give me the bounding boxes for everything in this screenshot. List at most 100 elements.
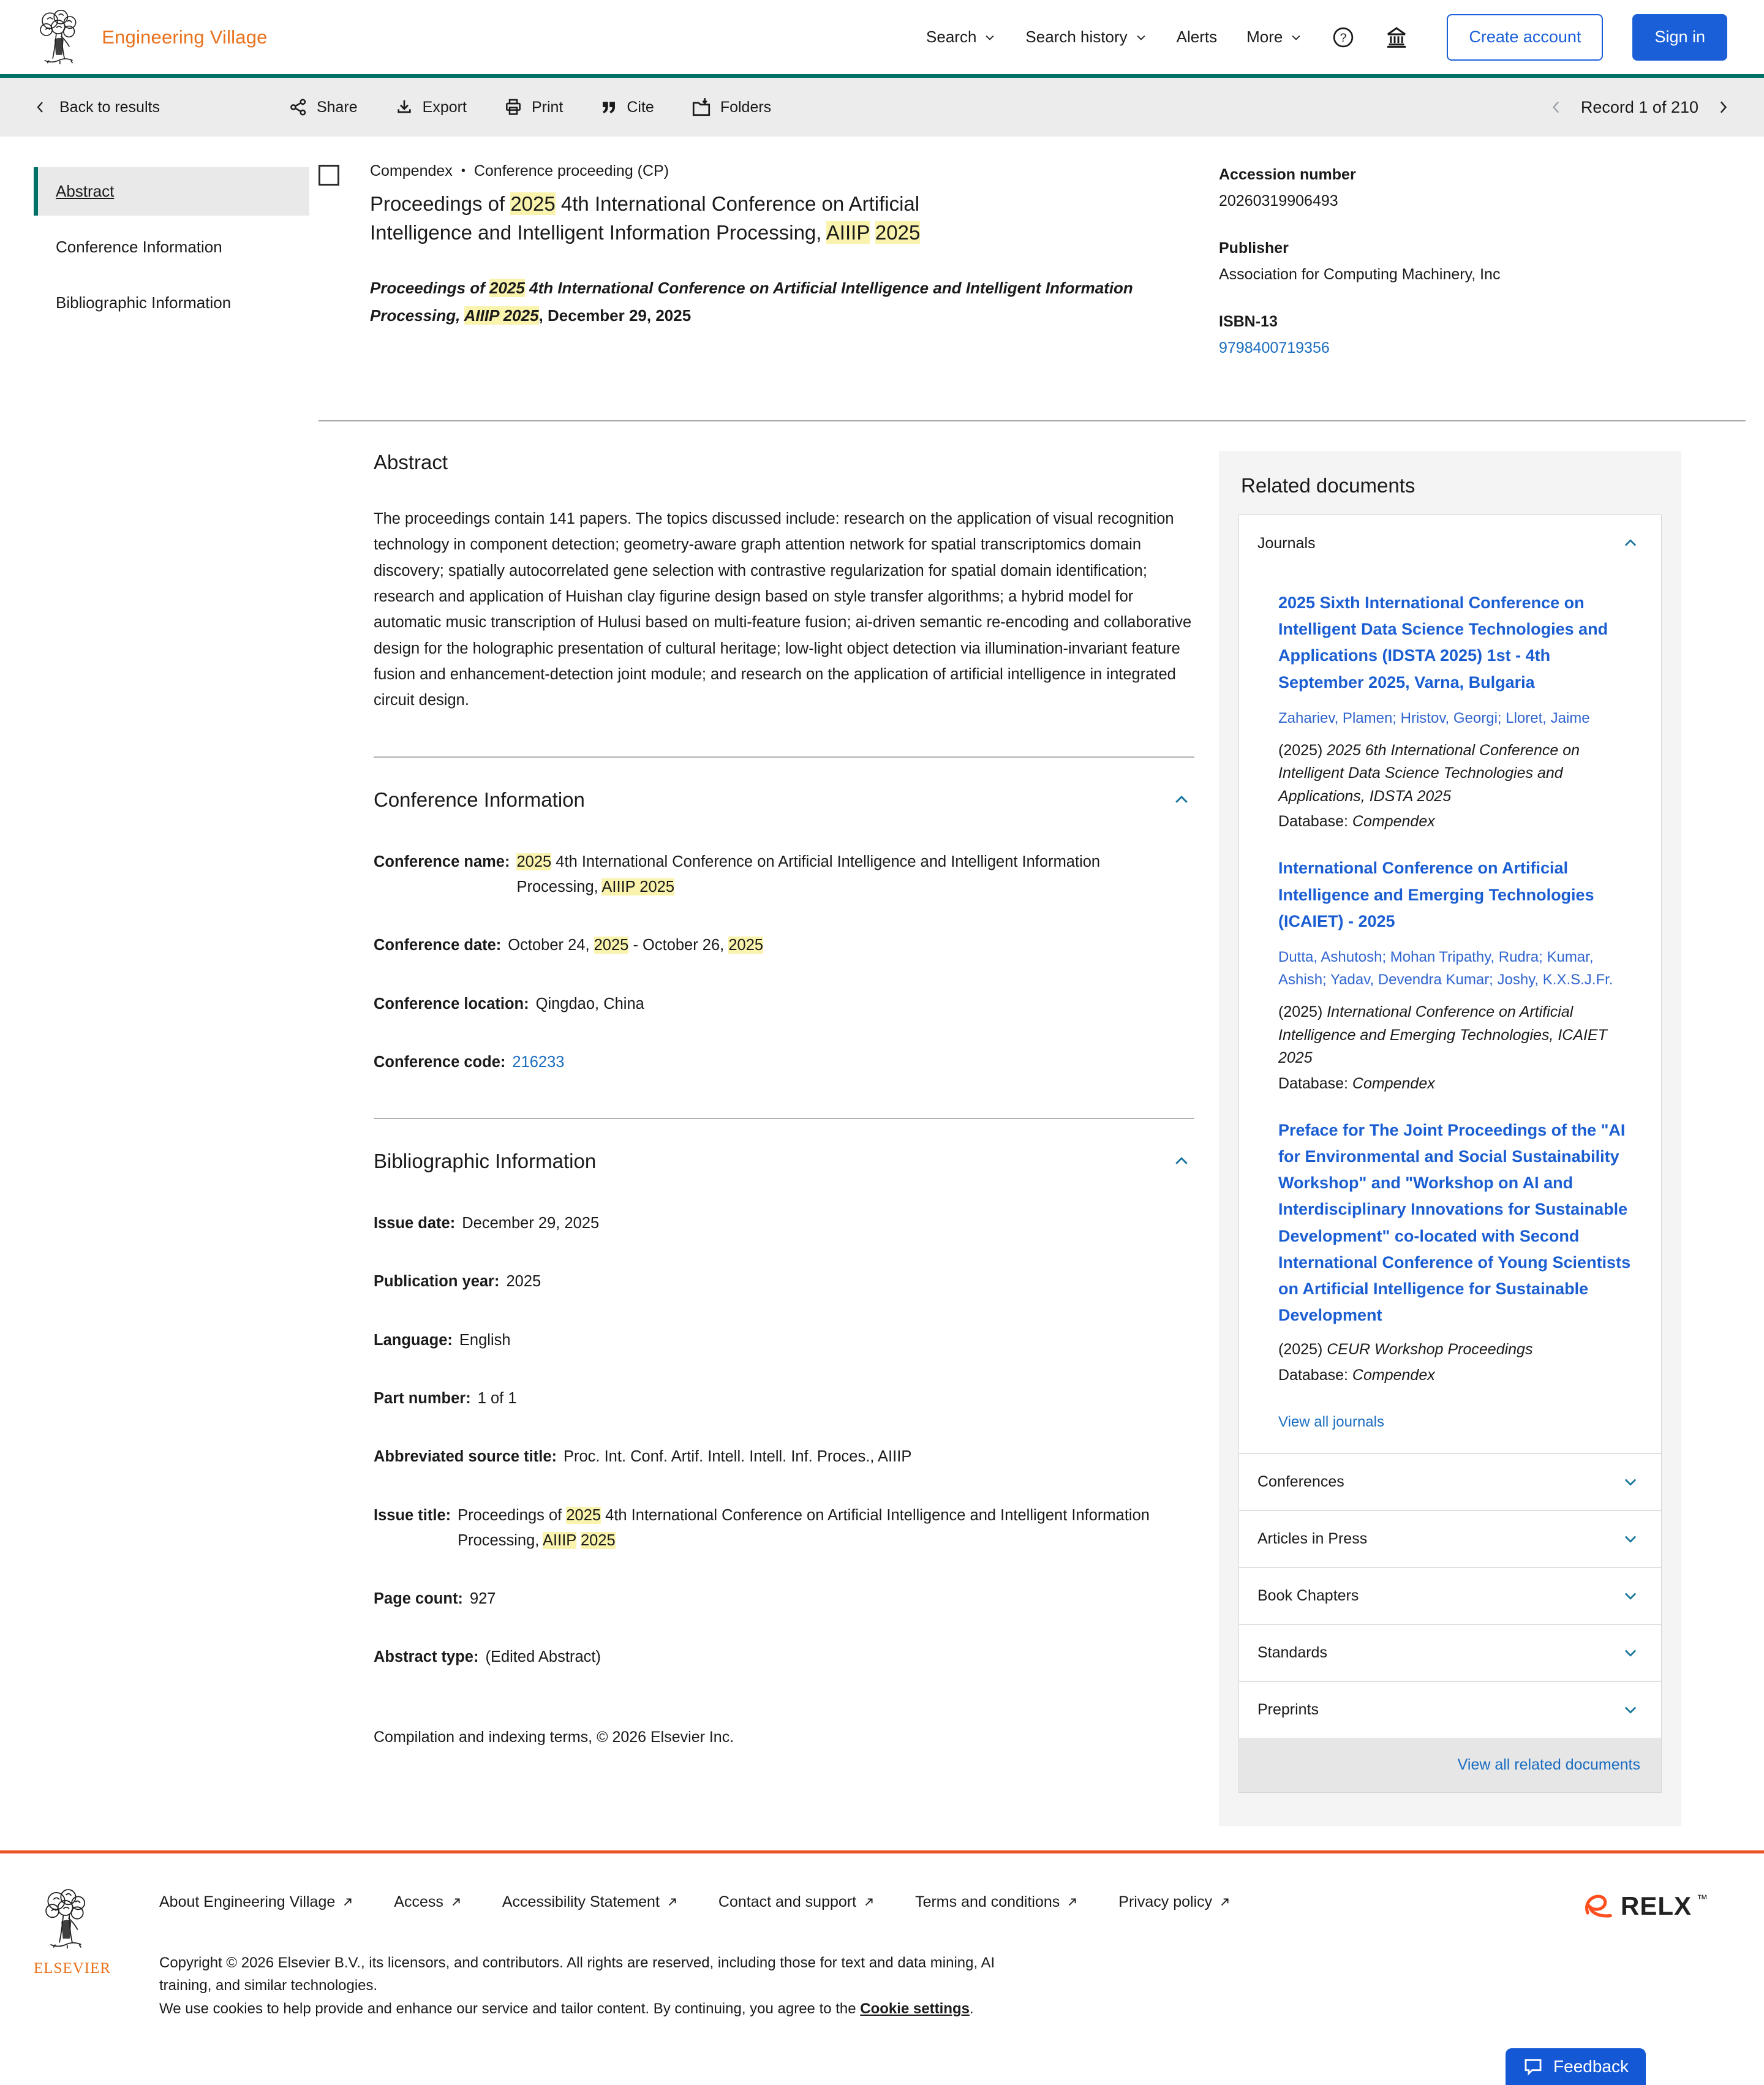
external-link-icon <box>862 1895 876 1909</box>
record-title-block: Compendex • Conference proceeding (CP) P… <box>318 162 1219 386</box>
part-number-field: Part number: 1 of 1 <box>374 1386 1170 1411</box>
external-link-icon <box>450 1895 463 1909</box>
nav-more[interactable]: More <box>1246 28 1302 47</box>
book-chapters-accordion-header[interactable]: Book Chapters <box>1239 1567 1661 1624</box>
issue-title-field: Issue title: Proceedings of 2025 4th Int… <box>374 1503 1170 1554</box>
create-account-button[interactable]: Create account <box>1447 14 1603 61</box>
institution-icon[interactable] <box>1384 25 1409 50</box>
bibliographic-information-section: Bibliographic Information Issue date: De… <box>374 1118 1194 1670</box>
next-record-icon[interactable] <box>1714 98 1730 116</box>
conference-code-link[interactable]: 216233 <box>512 1050 564 1075</box>
chevron-down-icon <box>1135 31 1147 43</box>
accession-number-label: Accession number <box>1219 166 1703 184</box>
conference-information-section: Conference Information Conference name: … <box>374 756 1194 1075</box>
nav-search[interactable]: Search <box>926 28 996 47</box>
nav-search-history[interactable]: Search history <box>1025 28 1147 47</box>
chevron-down-icon <box>1618 1469 1643 1494</box>
page-count-field: Page count: 927 <box>374 1586 1170 1612</box>
standards-accordion-header[interactable]: Standards <box>1239 1624 1661 1681</box>
back-to-results-button[interactable]: Back to results <box>34 99 160 116</box>
record-position: Record 1 of 210 <box>1581 98 1698 117</box>
conference-location-field: Conference location: Qingdao, China <box>374 992 1170 1017</box>
related-journal-title-link[interactable]: International Conference on Artificial I… <box>1278 855 1639 935</box>
footer-link-accessibility[interactable]: Accessibility Statement <box>502 1893 679 1911</box>
conference-name-field: Conference name: 2025 4th International … <box>374 850 1170 900</box>
related-journal-item: Preface for The Joint Proceedings of the… <box>1239 1096 1661 1388</box>
cookie-settings-link[interactable]: Cookie settings <box>860 2000 970 2017</box>
publication-year-field: Publication year: 2025 <box>374 1269 1170 1294</box>
related-journal-database: Database: Compendex <box>1278 1075 1639 1096</box>
header-nav: Search Search history Alerts More ? <box>926 14 1727 61</box>
elsevier-tree-logo-icon <box>34 8 83 67</box>
isbn-link[interactable]: 9798400719356 <box>1219 339 1703 357</box>
chevron-down-icon <box>1618 1640 1643 1665</box>
related-journal-database: Database: Compendex <box>1278 1367 1639 1388</box>
related-journal-source: (2025) CEUR Workshop Proceedings <box>1278 1338 1639 1362</box>
elsevier-tree-logo-icon <box>34 1887 98 1951</box>
record-checkbox[interactable] <box>318 165 339 186</box>
brand[interactable]: Engineering Village <box>34 8 268 67</box>
external-link-icon <box>666 1895 679 1909</box>
record-header: Compendex • Conference proceeding (CP) P… <box>318 162 1746 420</box>
footer-link-privacy[interactable]: Privacy policy <box>1118 1893 1232 1911</box>
related-journal-title-link[interactable]: 2025 Sixth International Conference on I… <box>1278 590 1639 696</box>
preprints-accordion-header[interactable]: Preprints <box>1239 1681 1661 1738</box>
footer-link-access[interactable]: Access <box>394 1893 463 1911</box>
external-link-icon <box>341 1895 355 1909</box>
related-documents-heading: Related documents <box>1241 474 1662 497</box>
compilation-notice: Compilation and indexing terms, © 2026 E… <box>374 1729 1194 1746</box>
sidebar-item-bibliographic-information[interactable]: Bibliographic Information <box>34 279 309 327</box>
conference-code-field: Conference code: 216233 <box>374 1050 1170 1075</box>
related-journal-database: Database: Compendex <box>1278 813 1639 834</box>
bullet-separator: • <box>461 164 466 178</box>
record-identifiers: Accession number 20260319906493 Publishe… <box>1219 162 1703 386</box>
view-all-journals-link[interactable]: View all journals <box>1239 1388 1661 1453</box>
footer-link-terms[interactable]: Terms and conditions <box>915 1893 1079 1911</box>
sidebar-item-abstract[interactable]: Abstract <box>34 167 309 216</box>
conferences-accordion-header[interactable]: Conferences <box>1239 1453 1661 1510</box>
export-button[interactable]: Export <box>394 97 467 117</box>
top-header: Engineering Village Search Search histor… <box>0 0 1764 78</box>
download-icon <box>394 97 414 117</box>
abstract-heading: Abstract <box>374 451 448 474</box>
quote-icon <box>600 98 618 116</box>
cookies-notice: We use cookies to help provide and enhan… <box>159 2000 1709 2018</box>
view-all-related-documents-link[interactable]: View all related documents <box>1458 1756 1640 1773</box>
journals-accordion-header[interactable]: Journals <box>1239 515 1661 569</box>
help-icon[interactable]: ? <box>1332 26 1355 49</box>
page-body: Abstract Conference Information Bibliogr… <box>0 137 1764 1826</box>
cite-button[interactable]: Cite <box>600 98 654 116</box>
feedback-button[interactable]: Feedback <box>1506 2048 1646 2085</box>
bibliographic-information-heading: Bibliographic Information <box>374 1150 596 1173</box>
sidebar-item-conference-information[interactable]: Conference Information <box>34 223 309 271</box>
copyright-text: Copyright © 2026 Elsevier B.V., its lice… <box>159 1951 1047 1997</box>
publisher-label: Publisher <box>1219 239 1703 257</box>
related-journal-authors-link[interactable]: Zahariev, Plamen; Hristov, Georgi; Llore… <box>1278 707 1639 730</box>
related-journal-title-link[interactable]: Preface for The Joint Proceedings of the… <box>1278 1117 1639 1329</box>
print-button[interactable]: Print <box>503 97 563 117</box>
conference-information-heading: Conference Information <box>374 788 585 812</box>
document-type-label: Conference proceeding (CP) <box>474 162 669 180</box>
sign-in-button[interactable]: Sign in <box>1632 14 1727 61</box>
articles-in-press-accordion-header[interactable]: Articles in Press <box>1239 1510 1661 1567</box>
chevron-down-icon <box>1290 31 1302 43</box>
database-label: Compendex <box>370 162 453 180</box>
external-link-icon <box>1218 1895 1232 1909</box>
record-sidebar: Abstract Conference Information Bibliogr… <box>34 162 309 334</box>
collapse-section-icon[interactable] <box>1169 787 1194 813</box>
record-meta-line: Compendex • Conference proceeding (CP) <box>370 162 1188 180</box>
related-documents-card: Journals 2025 Sixth International Confer… <box>1238 515 1662 1793</box>
isbn-label: ISBN-13 <box>1219 313 1703 331</box>
nav-alerts[interactable]: Alerts <box>1177 28 1217 47</box>
footer-link-about[interactable]: About Engineering Village <box>159 1893 355 1911</box>
conference-date-field: Conference date: October 24, 2025 - Octo… <box>374 933 1170 958</box>
previous-record-icon[interactable] <box>1549 98 1565 116</box>
share-button[interactable]: Share <box>288 97 358 117</box>
folders-button[interactable]: Folders <box>691 97 771 118</box>
chevron-left-icon <box>34 99 48 116</box>
app-title: Engineering Village <box>102 26 267 48</box>
related-journal-authors-link[interactable]: Dutta, Ashutosh; Mohan Tripathy, Rudra; … <box>1278 946 1639 991</box>
footer-link-contact[interactable]: Contact and support <box>718 1893 876 1911</box>
collapse-section-icon[interactable] <box>1169 1148 1194 1174</box>
related-card-footer: View all related documents <box>1239 1738 1661 1792</box>
